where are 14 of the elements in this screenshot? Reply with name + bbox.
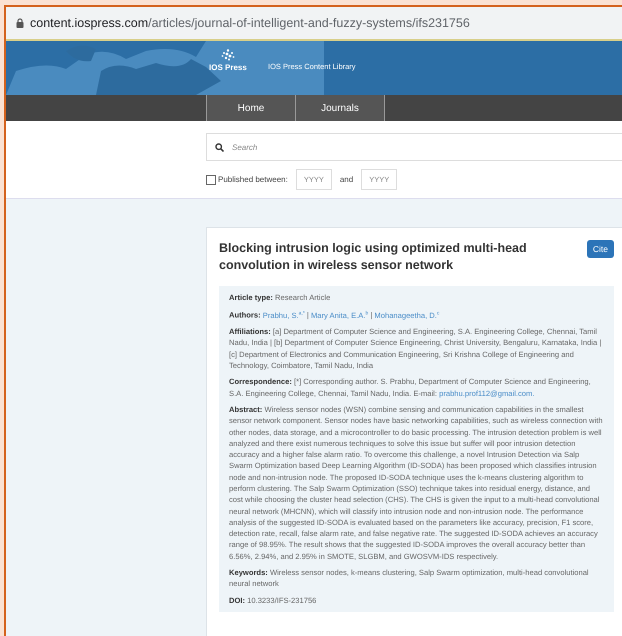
- checkbox[interactable]: [206, 174, 216, 184]
- lock-icon: [16, 18, 24, 28]
- article-title: Blocking intrusion logic using optimized multi-head convolution in wireless sensor network: [219, 240, 528, 274]
- nav-tab[interactable]: Home: [206, 95, 295, 121]
- logo-text: IOS Press: [209, 63, 247, 72]
- address-bar[interactable]: content.iospress.com/articles/journal-of-intelligent-and-fuzzy-systems/ifs231756: [6, 7, 622, 41]
- nav-tab[interactable]: Journals: [295, 95, 385, 121]
- and-label: and: [340, 175, 354, 184]
- search-field[interactable]: Search: [206, 133, 622, 161]
- url-text: content.iospress.com/articles/journal-of-intelligent-and-fuzzy-systems/ifs231756: [30, 16, 470, 30]
- dots-logo-icon: [220, 49, 235, 61]
- checkbox-label: Published between:: [218, 175, 288, 184]
- search-icon: [215, 142, 224, 152]
- cite-button[interactable]: Cite: [586, 240, 614, 258]
